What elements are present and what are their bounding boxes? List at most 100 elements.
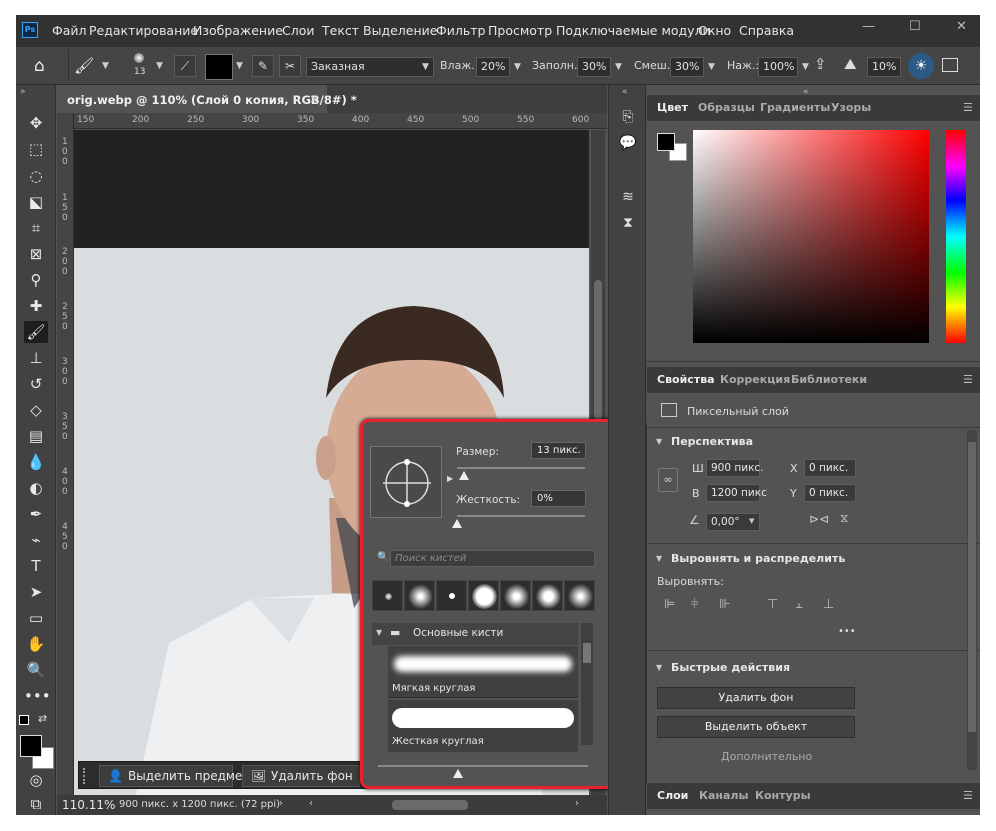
brush-angle-preview[interactable] (370, 446, 442, 518)
height-field[interactable]: 1200 пикс (706, 484, 767, 502)
mix-field[interactable]: 30% (670, 57, 704, 77)
mode-select[interactable]: Заказная (306, 57, 434, 77)
menu-select[interactable]: Выделение (363, 23, 437, 38)
more-options-icon[interactable]: ••• (838, 626, 856, 637)
collapse-arrows-icon[interactable]: « (622, 87, 628, 97)
preview-size-slider[interactable] (378, 765, 588, 767)
comments-panel-icon[interactable]: 💬 (617, 135, 639, 155)
brush-preview-icon[interactable] (134, 53, 144, 63)
brush-tool-icon[interactable]: 🖌 (24, 321, 48, 343)
move-tool-icon[interactable]: ✥ (24, 112, 48, 134)
smoothing-icon[interactable]: ⛰ (844, 55, 857, 73)
menu-layers[interactable]: Слои (282, 23, 315, 38)
menu-edit[interactable]: Редактирование (89, 23, 198, 38)
chevron-down-icon[interactable]: ▼ (708, 62, 715, 72)
clean-brush-icon[interactable]: ✂ (279, 55, 301, 77)
tab-libraries[interactable]: Библиотеки (791, 373, 867, 386)
document-info[interactable]: 900 пикс. x 1200 пикс. (72 ppi) (119, 799, 280, 810)
wet-field[interactable]: 20% (476, 57, 510, 77)
quick-mask-icon[interactable]: ◎ (24, 769, 48, 791)
foreground-color-swatch[interactable] (657, 133, 675, 151)
pen-curvature-icon[interactable]: ⌁ (24, 529, 48, 551)
hardness-field[interactable]: 0% (531, 490, 586, 507)
scroll-thumb[interactable] (594, 280, 602, 420)
eraser-tool-icon[interactable]: ◇ (24, 399, 48, 421)
zoom-level[interactable]: 110.11% (62, 798, 115, 812)
preview-size-thumb[interactable] (453, 769, 463, 778)
tab-properties[interactable]: Свойства (657, 373, 715, 386)
select-subject-button[interactable]: 👤 Выделить предмет (99, 765, 249, 787)
pen-tool-icon[interactable]: ✒ (24, 503, 48, 525)
pressure-icon[interactable] (942, 58, 958, 72)
drag-handle-icon[interactable] (83, 768, 89, 784)
zoom-tool-icon[interactable]: 🔍 (24, 659, 48, 681)
menu-window[interactable]: Окно (698, 23, 731, 38)
brush-item[interactable]: Жесткая круглая (388, 700, 578, 752)
menu-view[interactable]: Просмотр (488, 23, 552, 38)
hardness-slider-thumb[interactable] (452, 519, 462, 528)
rectangle-tool-icon[interactable]: ▭ (24, 607, 48, 629)
remove-background-action[interactable]: Удалить фон (657, 687, 855, 709)
tab-patterns[interactable]: Узоры (831, 101, 871, 114)
remove-background-button[interactable]: 🖼 Удалить фон (242, 765, 360, 787)
healing-brush-icon[interactable]: ✚ (24, 295, 48, 317)
scroll-right-icon[interactable]: › (575, 798, 579, 809)
size-slider-thumb[interactable] (459, 471, 469, 480)
chevron-down-icon[interactable]: ▼ (656, 554, 662, 563)
airbrush-icon[interactable]: ⇪ (814, 55, 827, 73)
default-colors-icon[interactable] (19, 715, 29, 725)
x-field[interactable]: 0 пикс. (804, 459, 856, 477)
brush-list-scrollbar[interactable] (581, 623, 593, 745)
load-brush-icon[interactable]: ✎ (252, 55, 274, 77)
tab-swatches[interactable]: Образцы (698, 101, 755, 114)
panel-menu-icon[interactable]: ☰ (963, 101, 973, 114)
tab-adjustments[interactable]: Коррекция (720, 373, 790, 386)
crop-tool-icon[interactable]: ⌗ (24, 217, 48, 239)
brush-color-swatch[interactable] (205, 54, 233, 80)
swap-colors-icon[interactable]: ⇄ (38, 712, 47, 725)
recent-brush-1[interactable] (372, 580, 403, 611)
maximize-icon[interactable]: ☐ (909, 19, 921, 34)
close-tab-icon[interactable]: × (309, 92, 319, 106)
flow-field[interactable]: 100% (758, 57, 798, 77)
properties-scrollbar[interactable] (967, 430, 977, 770)
hand-tool-icon[interactable]: ✋ (24, 633, 48, 655)
frame-tool-icon[interactable]: ⊠ (24, 243, 48, 265)
align-left-icon[interactable]: ⊫ (664, 597, 675, 612)
tab-channels[interactable]: Каналы (699, 789, 748, 802)
chevron-down-icon[interactable]: ▼ (514, 62, 521, 72)
dodge-tool-icon[interactable]: ◐ (24, 477, 48, 499)
canvas-top-strip[interactable] (74, 130, 589, 248)
align-top-icon[interactable]: ⊤ (767, 597, 778, 612)
eyedropper-icon[interactable]: ⚲ (24, 269, 48, 291)
panel-menu-icon[interactable]: ☰ (963, 789, 973, 802)
chevron-down-icon[interactable]: ▼ (156, 61, 163, 71)
chevron-down-icon[interactable]: ▼ (656, 437, 662, 446)
marquee-tool-icon[interactable]: ⬚ (24, 138, 48, 160)
horizontal-scroll-thumb[interactable] (392, 800, 468, 810)
more-actions-label[interactable]: Дополнительно (721, 750, 812, 763)
adjustments-panel-icon[interactable]: ⧗ (617, 215, 639, 235)
type-tool-icon[interactable]: T (24, 555, 48, 577)
menu-file[interactable]: Файл (52, 23, 87, 38)
recent-brush-6[interactable] (532, 580, 563, 611)
select-subject-action[interactable]: Выделить объект (657, 716, 855, 738)
load-field[interactable]: 30% (577, 57, 611, 77)
chevron-right-icon[interactable]: › (279, 798, 283, 809)
flip-horizontal-icon[interactable]: ⊳⊲ (809, 512, 829, 526)
menu-type[interactable]: Текст (322, 23, 359, 38)
scroll-thumb[interactable] (968, 442, 976, 732)
history-brush-icon[interactable]: ↺ (24, 373, 48, 395)
brush-settings-panel-icon[interactable]: ≋ (617, 189, 639, 209)
menu-help[interactable]: Справка (739, 23, 794, 38)
align-bottom-icon[interactable]: ⊥ (823, 597, 834, 612)
recent-brush-5[interactable] (500, 580, 531, 611)
align-right-icon[interactable]: ⊪ (719, 597, 730, 612)
panel-menu-icon[interactable]: ☰ (963, 373, 973, 386)
recent-brush-3[interactable] (436, 580, 467, 611)
y-field[interactable]: 0 пикс. (804, 484, 856, 502)
align-center-v-icon[interactable]: ⫠ (795, 597, 803, 612)
chevron-down-icon[interactable]: ▼ (656, 663, 662, 672)
scroll-left-icon[interactable]: ‹ (309, 798, 313, 809)
flip-vertical-icon[interactable]: ⧖ (840, 511, 848, 526)
